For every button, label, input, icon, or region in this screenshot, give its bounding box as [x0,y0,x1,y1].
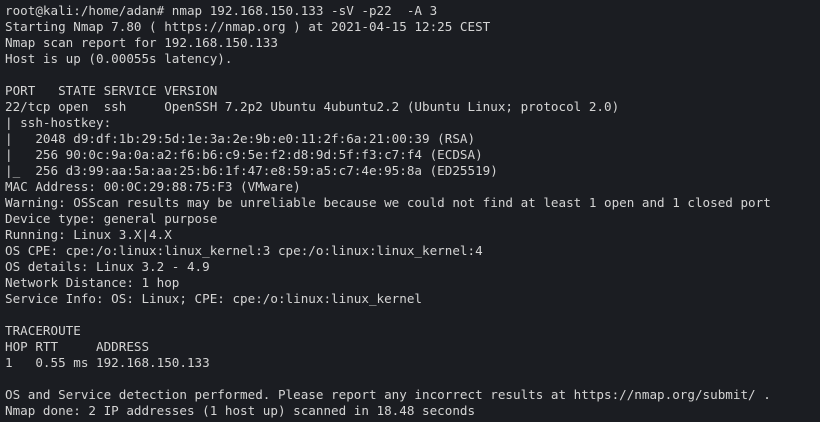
terminal-output[interactable]: root@kali:/home/adan# nmap 192.168.150.1… [0,0,820,422]
terminal-line: Starting Nmap 7.80 ( https://nmap.org ) … [5,19,491,34]
terminal-line: PORT STATE SERVICE VERSION [5,83,218,98]
terminal-line: | 2048 d9:df:1b:29:5d:1e:3a:2e:9b:e0:11:… [5,131,476,146]
terminal-line: OS CPE: cpe:/o:linux:linux_kernel:3 cpe:… [5,243,483,258]
terminal-line-command: root@kali:/home/adan# nmap 192.168.150.1… [5,3,438,18]
terminal-line: 1 0.55 ms 192.168.150.133 [5,355,210,370]
terminal-line: Service Info: OS: Linux; CPE: cpe:/o:lin… [5,291,423,306]
terminal-line: Nmap scan report for 192.168.150.133 [5,35,278,50]
terminal-line: OS details: Linux 3.2 - 4.9 [5,259,210,274]
terminal-line: | 256 90:0c:9a:0a:a2:f6:b6:c9:5e:f2:d8:9… [5,147,483,162]
terminal-line: MAC Address: 00:0C:29:88:75:F3 (VMware) [5,179,301,194]
terminal-line: Running: Linux 3.X|4.X [5,227,172,242]
terminal-line: TRACEROUTE [5,323,81,338]
terminal-line: Device type: general purpose [5,211,218,226]
terminal-line: HOP RTT ADDRESS [5,339,150,354]
terminal-line: OS and Service detection performed. Plea… [5,387,771,402]
terminal-line: Nmap done: 2 IP addresses (1 host up) sc… [5,403,476,418]
terminal-line: | ssh-hostkey: [5,115,119,130]
terminal-line: Warning: OSScan results may be unreliabl… [5,195,771,210]
terminal-line: 22/tcp open ssh OpenSSH 7.2p2 Ubuntu 4ub… [5,99,620,114]
terminal-line: |_ 256 d3:99:aa:5a:aa:25:b6:1f:47:e8:59:… [5,163,498,178]
terminal-line: Host is up (0.00055s latency). [5,51,233,66]
terminal-line: Network Distance: 1 hop [5,275,180,290]
